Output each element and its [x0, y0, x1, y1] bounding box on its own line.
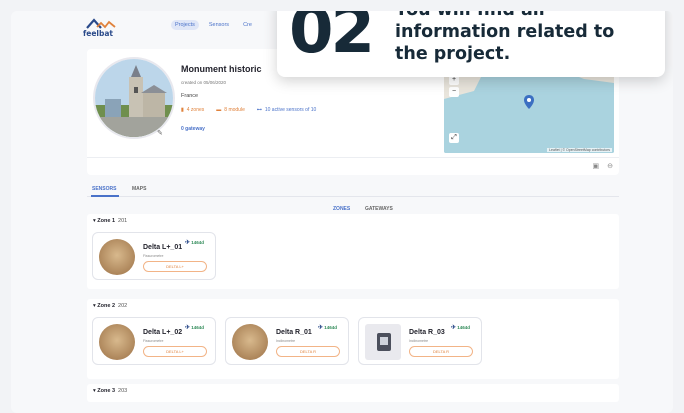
- signal-icon: ✈: [185, 240, 191, 246]
- sensor-card[interactable]: Delta R_03 Inclinometre ✈ 1464d DELTA R: [358, 317, 482, 365]
- callout-step-number: 02: [289, 11, 375, 68]
- map-fullscreen-button[interactable]: ⤢: [449, 133, 459, 143]
- map-pin-icon[interactable]: [524, 95, 534, 109]
- sensor-name: Delta R_03: [409, 329, 445, 336]
- sensor-name: Delta R_01: [276, 329, 312, 336]
- zone-header[interactable]: ▾ Zone 3 203: [93, 388, 127, 394]
- sensor-status-badge: ✈ 1464d: [185, 240, 205, 246]
- project-map[interactable]: + − ⤢ Leaflet | © OpenStreetMap contribu…: [444, 71, 614, 153]
- zone-icon: ▮: [181, 107, 184, 113]
- sensor-type-button[interactable]: DELTA L+: [143, 261, 207, 272]
- project-stats: ▮ 4 zones ▬ 8 module ⊷ 10 active sensors of…: [181, 107, 316, 113]
- sensor-card[interactable]: Delta R_01 Inclinometre ✈ 1464d DELTA R: [225, 317, 349, 365]
- sensor-type: Fissurometre: [143, 254, 164, 258]
- sensor-type-button[interactable]: DELTA R: [409, 346, 473, 357]
- nav-links: Projects Sensors Cre: [171, 20, 256, 30]
- nav-sensors[interactable]: Sensors: [205, 20, 233, 30]
- link-icon[interactable]: ⊖: [607, 162, 613, 170]
- sensor-photo: [99, 239, 135, 275]
- callout-text: You will find all information related to…: [395, 11, 614, 65]
- edit-photo-icon[interactable]: ✎: [157, 129, 167, 139]
- callout-line-2: information related to: [395, 22, 615, 42]
- tab-maps[interactable]: MAPS: [132, 186, 146, 192]
- sensor-photo: [232, 324, 268, 360]
- export-icon[interactable]: ▣: [593, 162, 600, 170]
- main-tabs: SENSORS MAPS: [87, 183, 619, 197]
- nav-projects[interactable]: Projects: [171, 20, 199, 30]
- subtab-zones[interactable]: ZONES: [333, 206, 350, 212]
- sensor-type-button[interactable]: DELTA L+: [143, 346, 207, 357]
- church-photo-icon: [95, 59, 173, 137]
- nav-create[interactable]: Cre: [239, 20, 256, 30]
- project-title: Monument historic: [181, 64, 262, 74]
- signal-icon: ✈: [318, 325, 324, 331]
- signal-icon: ✈: [185, 325, 191, 331]
- gateway-link[interactable]: 0 gateway: [181, 126, 205, 132]
- subtab-gateways[interactable]: GATEWAYS: [365, 206, 393, 212]
- sensor-status-badge: ✈ 1464d: [318, 325, 338, 331]
- sensor-photo: [99, 324, 135, 360]
- app-window: feelbat Projects Sensors Cre ✎ Monument …: [11, 11, 673, 413]
- sensor-name: Delta L+_02: [143, 329, 183, 336]
- sensor-type: Inclinometre: [276, 339, 296, 343]
- sensor-type: Inclinometre: [409, 339, 429, 343]
- sensor-card[interactable]: Delta L+_01 Fissurometre ✈ 1464d DELTA L…: [92, 232, 216, 280]
- signal-icon: ✈: [451, 325, 457, 331]
- project-created-date: created on 05/06/2020: [181, 80, 227, 85]
- card-divider: [87, 157, 619, 158]
- logo-text: feelbat: [83, 29, 114, 38]
- callout-line-3: the project.: [395, 44, 511, 64]
- map-zoom-out-button[interactable]: −: [449, 87, 459, 97]
- sensor-status-badge: ✈ 1464d: [451, 325, 471, 331]
- map-attribution[interactable]: Leaflet | © OpenStreetMap contributors: [547, 148, 612, 152]
- active-tab-indicator: [91, 195, 119, 197]
- zones-count: ▮ 4 zones: [181, 107, 205, 113]
- sensors-count: ⊷ 10 active sensors of 10: [256, 107, 317, 113]
- sensor-name: Delta L+_01: [143, 244, 183, 251]
- sensor-icon: ⊷: [256, 107, 262, 113]
- sensor-photo: [365, 324, 401, 360]
- card-tools: ▣ ⊖: [593, 162, 614, 170]
- zone-header[interactable]: ▾ Zone 1 201: [93, 218, 127, 224]
- tab-sensors[interactable]: SENSORS: [92, 186, 116, 192]
- sensor-type: Fissurometre: [143, 339, 164, 343]
- sensor-card[interactable]: Delta L+_02 Fissurometre ✈ 1464d DELTA L…: [92, 317, 216, 365]
- zone-header[interactable]: ▾ Zone 2 202: [93, 303, 127, 309]
- callout-line-1: You will find all: [395, 11, 614, 21]
- sensor-device-icon: [377, 333, 391, 351]
- zone-panel-3: ▾ Zone 3 203: [87, 384, 619, 402]
- sensor-type-button[interactable]: DELTA R: [276, 346, 340, 357]
- zone-panel-1: ▾ Zone 1 201 Delta L+_01 Fissurometre ✈ 1…: [87, 214, 619, 289]
- tutorial-callout: 02 You will find all information related…: [277, 11, 665, 77]
- project-country: France: [181, 93, 199, 99]
- sensor-status-badge: ✈ 1464d: [185, 325, 205, 331]
- map-tiles: [444, 71, 614, 153]
- module-icon: ▬: [216, 107, 222, 113]
- project-photo: [93, 57, 175, 139]
- zone-panel-2: ▾ Zone 2 202 Delta L+_02 Fissurometre ✈ 1…: [87, 299, 619, 379]
- modules-count: ▬ 8 module: [216, 107, 245, 113]
